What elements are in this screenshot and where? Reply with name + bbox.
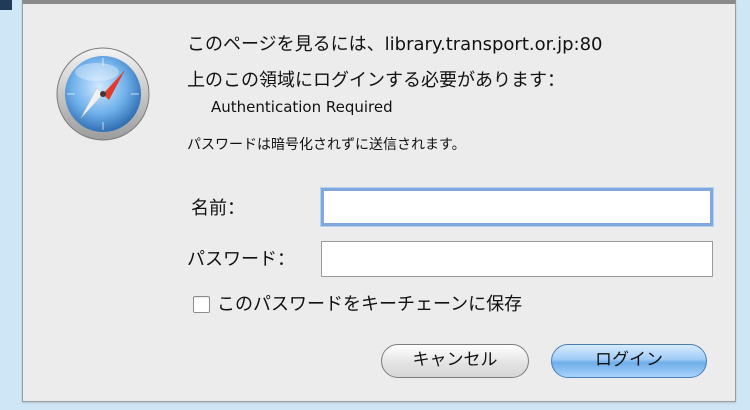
name-label: 名前：: [191, 198, 245, 219]
name-input[interactable]: [321, 188, 713, 226]
unencrypted-warning: パスワードは暗号化されずに送信されます。: [187, 137, 466, 153]
safari-compass-icon: [56, 47, 150, 141]
dialog-message-line2: 上のこの領域にログインする必要があります：: [187, 70, 565, 91]
password-input[interactable]: [321, 241, 713, 277]
remember-password-checkbox[interactable]: [193, 296, 210, 313]
password-label: パスワード：: [187, 249, 295, 270]
window-edge-fragment: [0, 0, 12, 10]
dialog-message-line1: このページを見るには、library.transport.or.jp:80: [187, 34, 603, 55]
authentication-dialog: このページを見るには、library.transport.or.jp:80 上の…: [22, 0, 736, 402]
login-button[interactable]: ログイン: [551, 344, 707, 378]
cancel-button[interactable]: キャンセル: [381, 344, 529, 378]
auth-realm: Authentication Required: [211, 98, 393, 116]
remember-password-label[interactable]: このパスワードをキーチェーンに保存: [217, 290, 522, 316]
